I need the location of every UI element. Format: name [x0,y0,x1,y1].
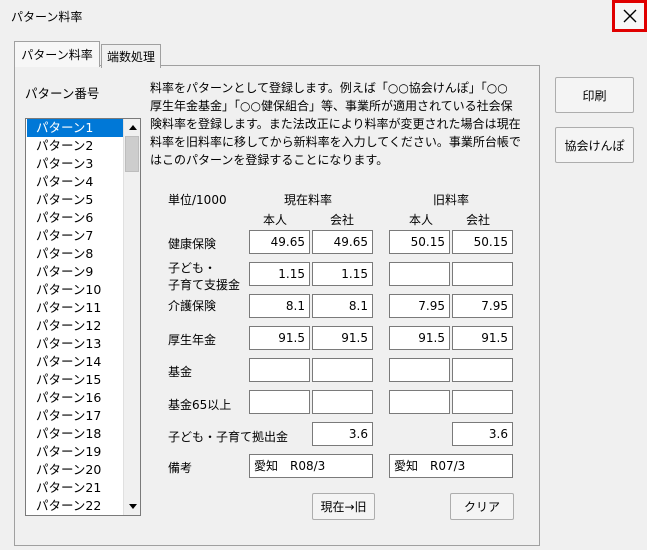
current-rate-header: 現在料率 [284,193,333,207]
print-label: 印刷 [582,88,607,103]
close-icon [623,9,636,23]
scroll-up-arrow[interactable] [124,119,140,136]
health-current-company-input[interactable]: 49.65 [312,230,373,254]
pattern-listbox[interactable]: パターン1 パターン2 パターン3 パターン4 パターン5 パターン6 パターン7 パターン8… [25,118,141,516]
pattern-list-item[interactable]: パターン6 [27,209,123,227]
current-company-header: 会社 [330,213,355,227]
pattern-list-item[interactable]: パターン19 [27,443,123,461]
scroll-down-arrow[interactable] [124,498,140,515]
old-company-header: 会社 [466,213,491,227]
pattern-list-item[interactable]: パターン3 [27,155,123,173]
child-support-label-line1: 子ども・ [168,261,217,275]
triangle-up-icon [128,125,137,130]
fund65-label: 基金65以上 [168,398,232,412]
pattern-list-item[interactable]: パターン16 [27,389,123,407]
fund-current-person-input[interactable] [249,358,310,382]
fund-label: 基金 [168,365,193,379]
clear-button[interactable]: クリア [450,493,514,520]
tab-pattern-rate-label: パターン料率 [21,48,93,62]
pension-current-person-input[interactable]: 91.5 [249,326,310,350]
window-title: パターン料率 [11,10,83,24]
pattern-list-item[interactable]: パターン20 [27,461,123,479]
care-old-person-input[interactable]: 7.95 [389,294,450,318]
unit-label: 単位/1000 [168,193,227,207]
pattern-list-item[interactable]: パターン2 [27,137,123,155]
tab-rounding-label: 端数処理 [106,50,155,64]
pattern-list-item[interactable]: パターン13 [27,335,123,353]
description-line: 料率を旧料率に移してから新料率を入力してください。事業所台帳で [150,135,521,149]
pattern-list-item[interactable]: パターン10 [27,281,123,299]
remarks-current-input[interactable]: 愛知 R08/3 [249,454,373,478]
description-line: はこのパターンを登録することになります。 [150,153,389,167]
clear-label: クリア [463,500,500,514]
print-button[interactable]: 印刷 [555,77,634,113]
pension-label: 厚生年金 [168,333,217,347]
title-bar: パターン料率 [0,0,647,32]
kyokai-kenpo-label: 協会けんぽ [564,138,625,153]
child-contribution-old-input[interactable]: 3.6 [452,422,513,446]
description-text: 料率をパターンとして登録します。例えば「○○協会けんぽ」「○○ 厚生年金基金」「… [150,79,532,169]
child-support-current-person-input[interactable]: 1.15 [249,262,310,286]
child-contribution-current-input[interactable]: 3.6 [312,422,373,446]
child-support-old-person-input[interactable] [389,262,450,286]
tab-rounding[interactable]: 端数処理 [101,44,161,68]
pattern-list-item[interactable]: パターン4 [27,173,123,191]
care-current-company-input[interactable]: 8.1 [312,294,373,318]
fund65-current-person-input[interactable] [249,390,310,414]
kyokai-kenpo-button[interactable]: 協会けんぽ [555,127,634,163]
pattern-list-label: パターン番号 [25,86,100,101]
health-old-company-input[interactable]: 50.15 [452,230,513,254]
pattern-list-item[interactable]: パターン22 [27,497,123,515]
care-old-company-input[interactable]: 7.95 [452,294,513,318]
fund-current-company-input[interactable] [312,358,373,382]
tab-pattern-rate[interactable]: パターン料率 [14,41,100,67]
child-contribution-label: 子ども・子育て拠出金 [168,430,289,444]
description-line: 険料率を登録します。また法改正により料率が変更された場合は現在 [150,117,521,131]
copy-current-to-old-label: 現在→旧 [320,500,367,514]
pension-old-company-input[interactable]: 91.5 [452,326,513,350]
remarks-old-input[interactable]: 愛知 R07/3 [389,454,513,478]
pattern-list-scrollbar[interactable] [123,119,140,515]
pattern-list-item[interactable]: パターン17 [27,407,123,425]
child-support-old-company-input[interactable] [452,262,513,286]
fund-old-company-input[interactable] [452,358,513,382]
fund65-old-person-input[interactable] [389,390,450,414]
close-button[interactable] [612,0,647,32]
remarks-label: 備考 [168,461,193,475]
description-line: 料率をパターンとして登録します。例えば「○○協会けんぽ」「○○ [150,81,508,95]
old-rate-header: 旧料率 [433,193,470,207]
scroll-thumb[interactable] [125,136,139,172]
description-line: 厚生年金基金」「○○健保組合」等、事業所が適用されている社会保 [150,99,513,113]
pension-current-company-input[interactable]: 91.5 [312,326,373,350]
health-old-person-input[interactable]: 50.15 [389,230,450,254]
triangle-down-icon [128,504,137,509]
pattern-list-item[interactable]: パターン15 [27,371,123,389]
pattern-list-item[interactable]: パターン7 [27,227,123,245]
pattern-list-item[interactable]: パターン9 [27,263,123,281]
old-person-header: 本人 [409,213,434,227]
pattern-list-item[interactable]: パターン21 [27,479,123,497]
current-person-header: 本人 [263,213,288,227]
pattern-list-item[interactable]: パターン14 [27,353,123,371]
care-current-person-input[interactable]: 8.1 [249,294,310,318]
copy-current-to-old-button[interactable]: 現在→旧 [312,493,375,520]
fund65-old-company-input[interactable] [452,390,513,414]
pension-old-person-input[interactable]: 91.5 [389,326,450,350]
health-current-person-input[interactable]: 49.65 [249,230,310,254]
health-insurance-label: 健康保険 [168,237,217,251]
child-support-label-line2: 子育て支援金 [168,278,241,292]
pattern-list-item[interactable]: パターン18 [27,425,123,443]
pattern-list-item[interactable]: パターン1 [27,119,123,137]
child-support-current-company-input[interactable]: 1.15 [312,262,373,286]
pattern-list-item[interactable]: パターン5 [27,191,123,209]
fund65-current-company-input[interactable] [312,390,373,414]
pattern-list-item[interactable]: パターン11 [27,299,123,317]
care-insurance-label: 介護保険 [168,299,217,313]
pattern-list-item[interactable]: パターン8 [27,245,123,263]
pattern-list-item[interactable]: パターン12 [27,317,123,335]
fund-old-person-input[interactable] [389,358,450,382]
